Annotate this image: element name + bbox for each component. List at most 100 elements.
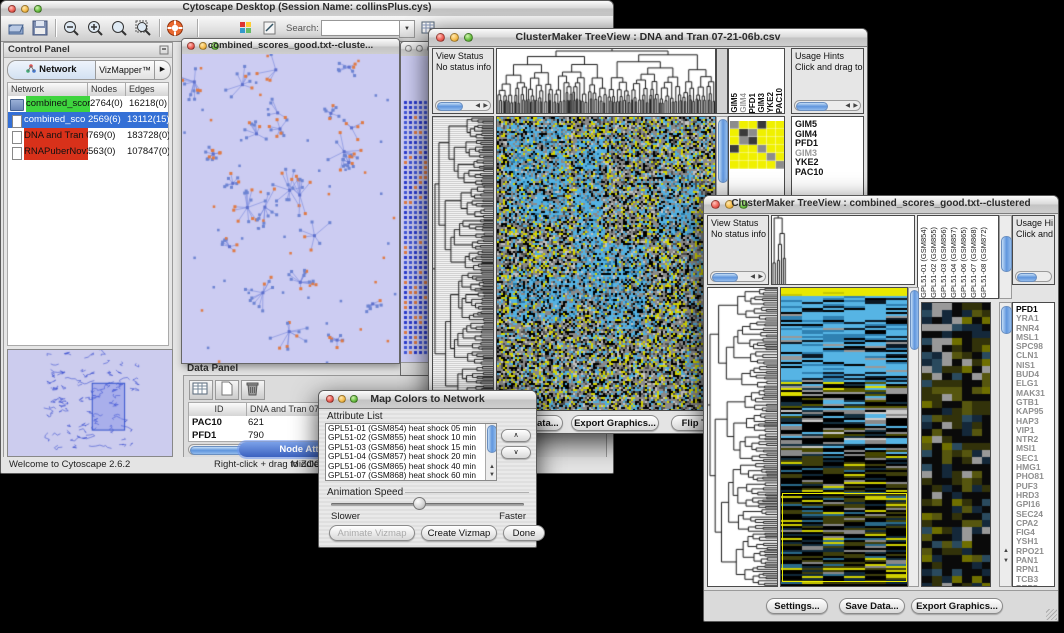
usage-hints-text: Click and: [1016, 229, 1054, 240]
close-button[interactable]: [405, 45, 412, 52]
tv2-button-bar: Settings... Save Data... Export Graphics…: [704, 590, 1058, 621]
gene-label[interactable]: PAC10: [795, 168, 863, 178]
network-tab-icon: [26, 64, 36, 73]
column-label: PFD1: [748, 93, 757, 113]
group-divider: [405, 492, 529, 493]
tv2-gene-list: PFD1YRA1RNR4MSL1SPC98CLN1NIS1BUD4ELG1MAK…: [1012, 302, 1055, 587]
network-table-row[interactable]: combined_sco2569(6)13112(15): [8, 112, 168, 128]
attribute-list-scrollbar[interactable]: ▲ ▼: [485, 424, 496, 480]
main-window-title: Cytoscape Desktop (Session Name: collins…: [1, 2, 613, 13]
view-status-scrollbar[interactable]: ◀ ▶: [435, 100, 491, 111]
tabs-overflow-button[interactable]: ▶: [154, 61, 170, 79]
usage-hints-scrollbar[interactable]: ◀ ▶: [794, 100, 861, 111]
scroll-right-icon[interactable]: ▶: [853, 103, 858, 109]
view-status-scrollbar[interactable]: ◀ ▶: [710, 271, 766, 282]
save-data-button[interactable]: Save Data...: [839, 598, 905, 614]
new-attribute-icon[interactable]: [215, 380, 239, 400]
grid-network-canvas[interactable]: [403, 100, 430, 358]
scroll-left-icon[interactable]: ◀: [475, 103, 480, 109]
network-view-window: combined_scores_good.txt--cluste...: [181, 38, 400, 364]
save-icon[interactable]: [31, 19, 49, 37]
zoom-in-icon[interactable]: [86, 19, 104, 37]
tv2-heatmap-vscrollbar[interactable]: [908, 287, 919, 587]
main-titlebar[interactable]: Cytoscape Desktop (Session Name: collins…: [1, 1, 613, 17]
tv2-labels-vscrollbar[interactable]: [999, 215, 1012, 299]
scroll-down-icon[interactable]: ▼: [1003, 558, 1009, 564]
attribute-item[interactable]: GPL51-07 (GSM868) heat shock 60 min: [326, 471, 496, 480]
scroll-up-icon[interactable]: ▲: [1003, 548, 1009, 554]
animation-speed-label: Animation Speed: [327, 487, 403, 498]
column-label: PAC10: [775, 88, 784, 113]
tv2-heatmap[interactable]: [780, 287, 908, 587]
network-table-row[interactable]: RNAPuberNov2+|563(0)107847(0): [8, 144, 168, 160]
help-icon[interactable]: [166, 19, 184, 37]
network-table-row[interactable]: DNA and Tran 07769(0)183728(0): [8, 128, 168, 144]
tv2-usage-hints-panel: Usage HiClick and: [1012, 215, 1055, 285]
column-id[interactable]: ID: [189, 403, 247, 416]
tab-network[interactable]: Network: [8, 61, 96, 79]
scroll-left-icon[interactable]: ◀: [750, 274, 755, 280]
animate-vizmap-button: Animate Vizmap: [329, 525, 415, 541]
network-table-row[interactable]: combined_scores_2764(0)16218(0): [8, 96, 168, 112]
zoom-fit-icon[interactable]: [134, 19, 152, 37]
tv2-row-dendrogram[interactable]: [707, 287, 778, 587]
resize-grip[interactable]: [1046, 609, 1057, 620]
zoom-out-icon[interactable]: [62, 19, 80, 37]
tv1-splitter[interactable]: [716, 48, 728, 114]
column-label: YKE2: [766, 92, 775, 113]
treeview1-titlebar[interactable]: ClusterMaker TreeView : DNA and Tran 07-…: [429, 29, 867, 47]
move-up-button[interactable]: ∧: [501, 429, 531, 442]
tv2-zoom-heatmap[interactable]: [921, 302, 991, 587]
search-input[interactable]: [321, 20, 400, 36]
vizmap-icon[interactable]: [238, 19, 254, 37]
animation-slider-thumb[interactable]: [413, 497, 426, 510]
network-table-header[interactable]: NetworkNodesEdges: [8, 83, 168, 96]
tv1-row-dendrogram[interactable]: [432, 116, 494, 411]
network-nodes-count: 2569(6): [88, 112, 127, 128]
open-file-icon[interactable]: [7, 19, 25, 37]
network-name: DNA and Tran 07: [24, 128, 88, 144]
animation-slider-track[interactable]: [331, 503, 524, 506]
delete-attribute-icon[interactable]: [241, 380, 265, 400]
float-panel-icon[interactable]: [159, 45, 169, 58]
tv1-heatmap[interactable]: [496, 116, 716, 411]
scroll-right-icon[interactable]: ▶: [483, 103, 488, 109]
treeview2-window: ClusterMaker TreeView : combined_scores_…: [703, 195, 1059, 622]
network-edges-count: 16218(0): [129, 96, 171, 112]
annotation-icon[interactable]: [262, 19, 278, 37]
network-view-title: combined_scores_good.txt--cluste...: [182, 40, 399, 51]
move-down-button[interactable]: ∨: [501, 446, 531, 459]
zoom-selected-icon[interactable]: [110, 19, 128, 37]
network-overview-canvas[interactable]: [8, 350, 170, 454]
table-mode-icon[interactable]: [189, 380, 213, 400]
column-label: GPL51-01 (GSM854): [919, 227, 929, 298]
column-label: GPL51-08 (GSM872): [979, 227, 989, 298]
settings-button[interactable]: Settings...: [766, 598, 828, 614]
dialog-titlebar[interactable]: Map Colors to Network: [319, 391, 536, 409]
search-dropdown-button[interactable]: ▼: [399, 20, 415, 38]
network-overview-panel[interactable]: [7, 349, 173, 457]
export-graphics-button[interactable]: Export Graphics...: [911, 598, 1003, 614]
tab-vizmapper[interactable]: VizMapper™: [96, 61, 154, 79]
usage-hints-scrollbar[interactable]: [1015, 271, 1052, 282]
slower-label: Slower: [331, 511, 360, 522]
treeview2-titlebar[interactable]: ClusterMaker TreeView : combined_scores_…: [704, 196, 1058, 214]
scroll-down-icon[interactable]: ▼: [489, 472, 495, 478]
done-button[interactable]: Done: [503, 525, 545, 541]
network-name: combined_scores_: [26, 96, 90, 112]
gene-label[interactable]: PEP5: [1016, 584, 1054, 587]
tv1-column-dendrogram[interactable]: [496, 48, 716, 114]
tv2-genes-vscrollbar[interactable]: ▲ ▼: [999, 302, 1012, 587]
network-row-icon: [12, 147, 22, 160]
network-view-canvas[interactable]: [182, 54, 399, 363]
scroll-up-icon[interactable]: ▲: [489, 464, 495, 470]
export-graphics-button[interactable]: Export Graphics...: [571, 415, 659, 431]
usage-hints-title: Usage Hi: [1016, 218, 1054, 229]
scroll-right-icon[interactable]: ▶: [758, 274, 763, 280]
attribute-listbox[interactable]: GPL51-01 (GSM854) heat shock 05 minGPL51…: [325, 423, 497, 481]
tv2-column-dendrogram[interactable]: [771, 215, 915, 285]
column-label: GIM5: [730, 93, 739, 113]
minimize-button[interactable]: [416, 45, 423, 52]
scroll-left-icon[interactable]: ◀: [845, 103, 850, 109]
create-vizmap-button[interactable]: Create Vizmap: [421, 525, 497, 541]
